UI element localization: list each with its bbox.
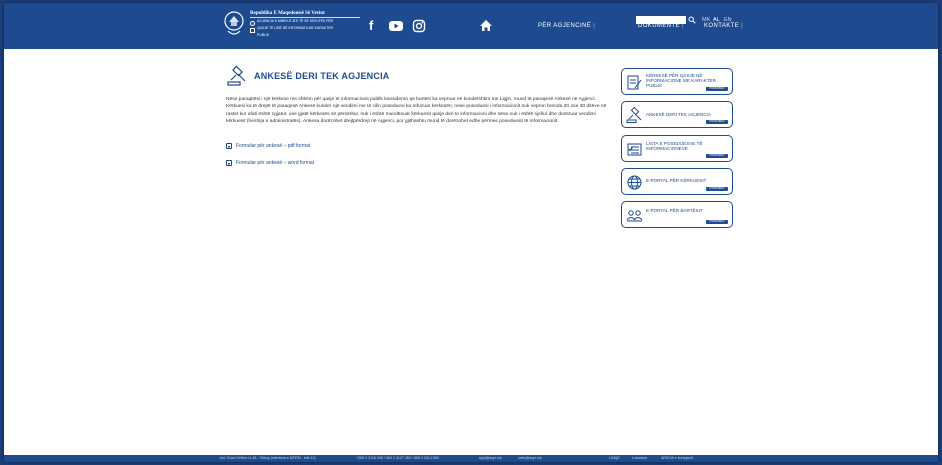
card-label: E-PORTAL PËR BARTËSIT: [646, 208, 703, 213]
brand-line-1: Agjencia e Mbrojtjes të së Drejtës për: [257, 19, 334, 23]
circle-icon: [250, 21, 255, 26]
square-icon: [250, 28, 255, 33]
lang-mk[interactable]: MK: [702, 16, 710, 24]
footer-email-link[interactable]: sppi@aspi.mk: [479, 455, 502, 462]
details-button[interactable]: PODROBNO: [706, 87, 728, 91]
lang-al[interactable]: AL: [713, 16, 720, 24]
footer-links[interactable]: LINQE: [609, 455, 620, 462]
youtube-icon[interactable]: [388, 19, 404, 33]
card-label: E-PORTAL PËR KËRKUESIT: [646, 178, 707, 183]
document-icon: [226, 160, 232, 166]
nav-separator: |: [741, 23, 744, 29]
brand-line-3: publik: [257, 33, 270, 37]
details-button[interactable]: PODROBNO: [706, 154, 728, 158]
footer-phone: +389 2 3118 038 +389 2 3127 453 +389 2 3…: [356, 456, 439, 460]
people-icon: [626, 210, 643, 222]
pdf-form-link[interactable]: Formular për ankesë – pdf format: [226, 143, 310, 149]
card-eportal-requesters[interactable]: E-PORTAL PËR KËRKUESIT PODROBNO: [621, 168, 733, 195]
brand-row: publik: [250, 33, 360, 40]
facebook-icon[interactable]: f: [369, 19, 373, 33]
lang-en[interactable]: EN: [724, 16, 732, 24]
footer-address: bul. Goce Delčev nr.18 - Shkup (ndertesa…: [220, 456, 316, 460]
site-header: Republika E Maqedonisë Së Veriut Agjenci…: [4, 3, 938, 49]
card-complaint[interactable]: ANKESË DERI TEK AGJENCIA PODROBNO: [621, 101, 733, 128]
footer-email-link[interactable]: zafio@aspi.mk: [518, 455, 542, 462]
complaint-description: Nëse paraqitësi i një kërkese me shkrim …: [226, 97, 607, 125]
word-form-link[interactable]: Formular për ankesë – word format: [226, 160, 314, 166]
details-button[interactable]: PODROBNO: [706, 120, 728, 124]
footer-location-link[interactable]: Lokacioni: [632, 455, 647, 462]
card-request-access[interactable]: KËRKESË PËR QASJE NË INFORMACIONE ME KAR…: [621, 68, 733, 95]
details-button[interactable]: PODROBNO: [706, 220, 728, 224]
page-frame: Republika E Maqedonisë Së Veriut Agjenci…: [4, 3, 938, 462]
home-icon[interactable]: [479, 19, 493, 32]
page-title: ANKESË DERI TEK AGJENCIA: [254, 71, 390, 81]
pdf-form-link-label: Formular për ankesë – pdf format: [236, 143, 311, 149]
brand-divider: [250, 17, 360, 18]
nav-separator: |: [593, 23, 596, 29]
card-label: ANKESË DERI TEK AGJENCIA: [646, 112, 712, 117]
document-pen-icon: [627, 75, 642, 90]
coat-of-arms-logo[interactable]: [222, 11, 246, 39]
card-label: LISTA E POSEDUESVE TË INFORMACIONEVE: [646, 141, 703, 152]
site-footer: bul. Goce Delčev nr.18 - Shkup (ndertesa…: [4, 455, 938, 462]
gavel-icon: [227, 65, 246, 86]
nav-item-about[interactable]: PËR AGJENCINË |: [538, 23, 595, 29]
footer-archive-link[interactable]: ARKIVA e kompjutrit: [661, 455, 693, 462]
gavel-icon: [626, 107, 642, 123]
brand-title: Republika E Maqedonisë Së Veriut: [250, 11, 325, 16]
nav-label: PËR AGJENCINË: [538, 23, 592, 29]
details-button[interactable]: PODROBNO: [706, 187, 728, 191]
page-title-block: ANKESË DERI TEK AGJENCIA: [226, 65, 390, 87]
instagram-icon[interactable]: [412, 19, 426, 33]
document-icon: [226, 143, 232, 149]
list-icon: [627, 143, 642, 156]
word-form-link-label: Formular për ankesë – word format: [236, 160, 315, 166]
globe-icon: [627, 175, 642, 190]
search-icon[interactable]: [688, 16, 696, 24]
card-holders-list[interactable]: LISTA E POSEDUESVE TË INFORMACIONEVE POD…: [621, 135, 733, 162]
card-eportal-holders[interactable]: E-PORTAL PËR BARTËSIT PODROBNO: [621, 201, 733, 228]
search-input[interactable]: [636, 16, 686, 24]
brand-block[interactable]: Republika E Maqedonisë Së Veriut Agjenci…: [250, 11, 360, 41]
brand-line-2: qasje të lirë në informata me karakter: [257, 26, 333, 30]
